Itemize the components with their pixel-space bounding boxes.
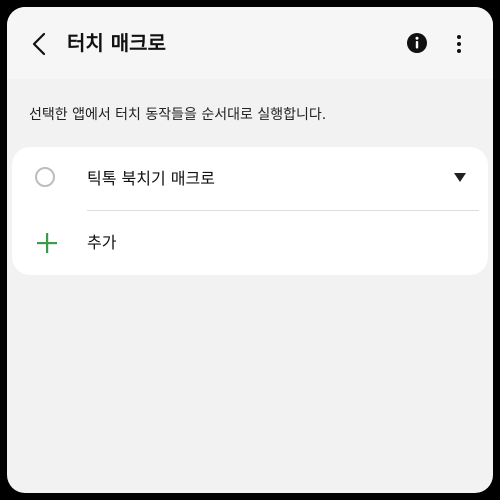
page-title: 터치 매크로 <box>67 31 166 55</box>
more-options-button[interactable] <box>447 29 471 59</box>
macro-list-card: 틱톡 북치기 매크로 추가 <box>12 147 488 275</box>
phone-screen: 터치 매크로 선택한 앱에서 터치 동작들을 순서대로 실행합니다. 틱톡 북치… <box>7 7 493 493</box>
description-text: 선택한 앱에서 터치 동작들을 순서대로 실행합니다. <box>29 107 327 123</box>
add-macro-button[interactable]: 추가 <box>12 211 488 275</box>
radio-button[interactable] <box>35 167 55 187</box>
app-bar: 터치 매크로 <box>7 7 493 79</box>
macro-label: 틱톡 북치기 매크로 <box>87 169 215 188</box>
dropdown-triangle-icon[interactable] <box>454 173 466 183</box>
add-label: 추가 <box>87 233 117 252</box>
more-vertical-icon <box>457 35 461 53</box>
plus-icon <box>37 233 57 253</box>
back-button[interactable] <box>25 29 53 59</box>
info-button[interactable] <box>403 29 431 57</box>
chevron-left-icon <box>32 32 46 56</box>
info-icon <box>407 33 427 53</box>
macro-list-item[interactable]: 틱톡 북치기 매크로 <box>12 147 488 211</box>
